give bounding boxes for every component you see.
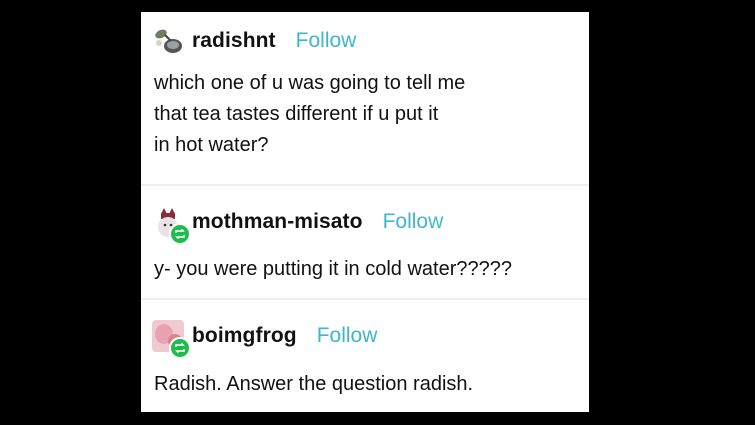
follow-button[interactable]: Follow [383, 210, 444, 234]
post-line: which one of u was going to tell me [154, 72, 466, 94]
divider [141, 298, 589, 300]
reblog-icon [175, 342, 185, 354]
bird-avatar-icon [155, 29, 182, 53]
follow-button[interactable]: Follow [296, 29, 357, 53]
post-mothman-misato: mothman-misato Follow y- you were puttin… [141, 187, 589, 297]
post-line: y- you were putting it in cold water????… [154, 258, 512, 280]
reblog-badge [169, 337, 191, 359]
post-body: which one of u was going to tell me that… [154, 68, 571, 161]
user-avatar[interactable] [151, 24, 185, 58]
post-radishnt: radishnt Follow which one of u was going… [141, 12, 589, 187]
post-line: that tea tastes different if u put it [154, 103, 439, 125]
username[interactable]: boimgfrog [192, 324, 297, 348]
post-boimgfrog: boimgfrog Follow Radish. Answer the ques… [141, 301, 589, 412]
post-body: y- you were putting it in cold water????… [154, 254, 571, 285]
follow-button[interactable]: Follow [317, 324, 378, 348]
post-line: Radish. Answer the question radish. [154, 373, 474, 395]
reblog-badge [169, 223, 191, 245]
reblog-icon [175, 228, 185, 240]
username[interactable]: mothman-misato [192, 210, 363, 234]
user-avatar[interactable] [151, 319, 191, 359]
username[interactable]: radishnt [192, 29, 276, 53]
divider [141, 184, 589, 186]
post-thread: radishnt Follow which one of u was going… [141, 12, 589, 412]
user-avatar[interactable] [151, 205, 191, 245]
post-body: Radish. Answer the question radish. [154, 369, 571, 400]
post-line: in hot water? [154, 134, 269, 156]
